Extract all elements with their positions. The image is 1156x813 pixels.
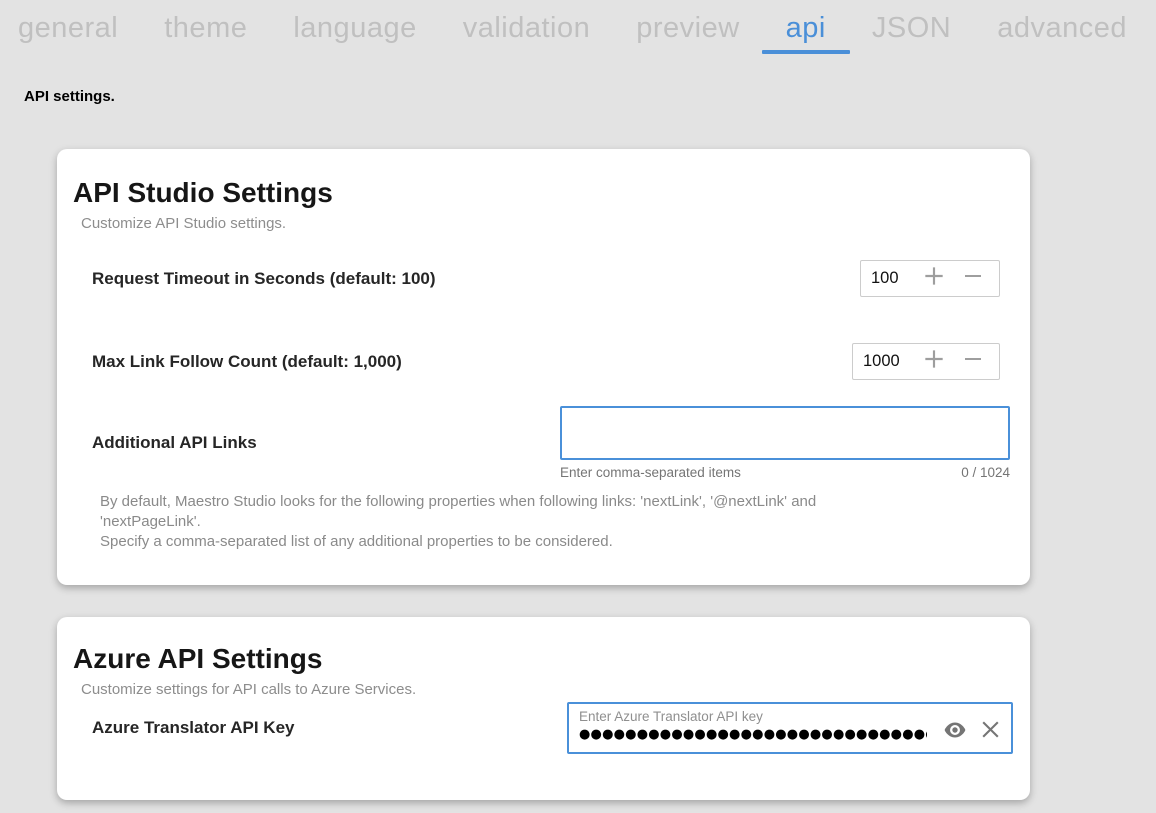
tab-api[interactable]: api	[786, 12, 826, 45]
azure-translator-key-masked-value[interactable]: ●●●●●●●●●●●●●●●●●●●●●●●●●●●●●●●●●●	[579, 727, 927, 742]
max-link-follow-label: Max Link Follow Count (default: 1,000)	[92, 352, 402, 372]
request-timeout-row: Request Timeout in Seconds (default: 100…	[92, 260, 1000, 297]
plus-icon	[921, 263, 947, 294]
eye-icon	[940, 718, 970, 747]
additional-api-links-label: Additional API Links	[92, 433, 257, 453]
max-link-follow-row: Max Link Follow Count (default: 1,000)	[92, 343, 1000, 380]
increment-button[interactable]	[921, 263, 947, 294]
request-timeout-label: Request Timeout in Seconds (default: 100…	[92, 269, 436, 289]
card-subtitle: Customize settings for API calls to Azur…	[81, 681, 1000, 698]
links-helper-row: Enter comma-separated items 0 / 1024	[560, 465, 1010, 480]
additional-api-links-field: Enter comma-separated items 0 / 1024	[560, 406, 1010, 480]
links-char-counter: 0 / 1024	[961, 465, 1010, 480]
minus-icon	[961, 347, 985, 376]
links-description-line: Specify a comma-separated list of any ad…	[100, 532, 912, 552]
minus-icon	[961, 264, 985, 293]
links-description: By default, Maestro Studio looks for the…	[100, 492, 912, 552]
active-tab-underline	[762, 50, 850, 54]
settings-tabbar: general theme language validation previe…	[0, 0, 1156, 64]
azure-field-floating-label: Enter Azure Translator API key	[579, 709, 927, 724]
close-icon	[978, 717, 1003, 747]
max-link-follow-input[interactable]	[863, 352, 907, 371]
card-subtitle: Customize API Studio settings.	[81, 215, 1000, 232]
increment-button[interactable]	[921, 346, 947, 377]
card-title: Azure API Settings	[73, 643, 1000, 675]
max-link-follow-stepper	[852, 343, 1000, 380]
api-studio-settings-card: API Studio Settings Customize API Studio…	[57, 149, 1030, 585]
request-timeout-input[interactable]	[871, 269, 907, 288]
tab-json[interactable]: JSON	[872, 12, 951, 45]
tab-theme[interactable]: theme	[164, 12, 247, 45]
azure-field-icons	[940, 717, 1003, 747]
tab-advanced[interactable]: advanced	[997, 12, 1127, 45]
azure-translator-key-label: Azure Translator API Key	[92, 718, 295, 738]
azure-api-settings-card: Azure API Settings Customize settings fo…	[57, 617, 1030, 800]
additional-api-links-row: Additional API Links Enter comma-separat…	[92, 406, 1010, 480]
plus-icon	[921, 346, 947, 377]
decrement-button[interactable]	[961, 347, 985, 376]
links-helper-text: Enter comma-separated items	[560, 465, 741, 480]
clear-field-button[interactable]	[978, 717, 1003, 747]
additional-api-links-input[interactable]	[560, 406, 1010, 460]
tab-language[interactable]: language	[293, 12, 416, 45]
decrement-button[interactable]	[961, 264, 985, 293]
tab-validation[interactable]: validation	[463, 12, 591, 45]
tab-preview[interactable]: preview	[636, 12, 739, 45]
azure-translator-key-row: Azure Translator API Key Enter Azure Tra…	[92, 702, 1013, 754]
tab-general[interactable]: general	[18, 12, 118, 45]
azure-translator-key-field[interactable]: Enter Azure Translator API key ●●●●●●●●●…	[567, 702, 1013, 754]
card-title: API Studio Settings	[73, 177, 1000, 209]
reveal-password-button[interactable]	[940, 718, 970, 747]
request-timeout-stepper	[860, 260, 1000, 297]
tab-api-label: api	[786, 12, 826, 44]
page-description: API settings.	[24, 88, 1156, 105]
links-description-line: By default, Maestro Studio looks for the…	[100, 492, 912, 532]
